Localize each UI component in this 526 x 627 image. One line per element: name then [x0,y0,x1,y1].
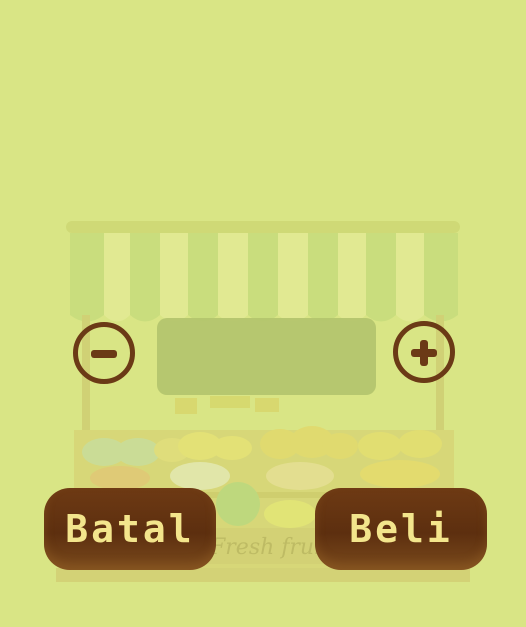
buy-button[interactable]: Beli [315,488,487,570]
increase-quantity-button[interactable] [393,321,455,383]
cancel-button[interactable]: Batal [44,488,216,570]
buy-button-label: Beli [349,507,453,551]
minus-icon [91,350,117,358]
awning [70,233,458,322]
awning-rod [66,221,460,233]
stall-sign-text: Fresh fruit [209,535,330,560]
cancel-button-label: Batal [65,507,195,551]
counter-base [56,568,470,582]
decrease-quantity-button[interactable] [73,322,135,384]
quantity-display [157,318,376,395]
plus-icon [420,340,428,366]
